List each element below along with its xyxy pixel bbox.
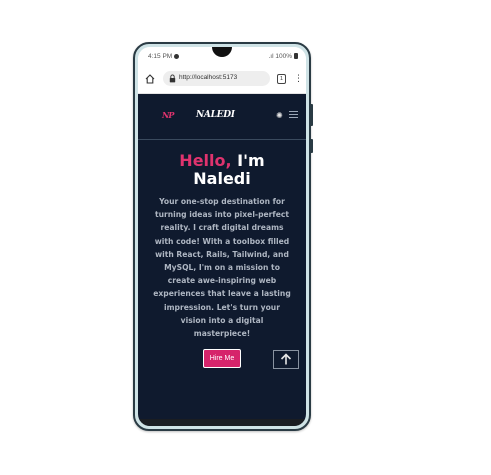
hire-me-button[interactable]: Hire Me [202, 349, 242, 369]
screen: 4:15 PM .ıl 100% http://localhost:5173 1… [0, 0, 491, 475]
site-navbar: NP NALEDI ✺ [138, 94, 306, 140]
scroll-to-top-button[interactable] [273, 350, 299, 369]
hero-title: Hello, I'm Naledi [138, 152, 306, 188]
arrow-up-icon [280, 353, 292, 365]
battery-percent: 100% [275, 53, 292, 60]
battery-icon [294, 53, 298, 59]
url-text: http://localhost:5173 [179, 74, 238, 81]
hero-title-rest: I'm [237, 151, 265, 170]
browser-toolbar: http://localhost:5173 1 ⋮ [138, 65, 306, 94]
tabs-button[interactable]: 1 [277, 74, 286, 84]
signal-icon: .ıl [268, 53, 274, 60]
kebab-menu-icon[interactable]: ⋮ [294, 73, 303, 85]
sun-icon[interactable]: ✺ [276, 112, 284, 120]
hero-greeting: Hello, [179, 151, 232, 170]
phone-frame: 4:15 PM .ıl 100% http://localhost:5173 1… [133, 42, 313, 431]
site-logo[interactable]: NP [162, 110, 174, 120]
phone-screen: 4:15 PM .ıl 100% http://localhost:5173 1… [138, 47, 306, 426]
status-time: 4:15 PM [148, 53, 180, 60]
hero-description: Your one-stop destination for turning id… [153, 197, 291, 339]
hero-section: Hello, I'm Naledi Your one-stop destinat… [138, 152, 306, 369]
hamburger-icon[interactable] [289, 111, 298, 120]
notification-icon [174, 54, 180, 59]
volume-button [310, 104, 313, 126]
web-page: NP NALEDI ✺ Hello, I'm Naledi Your one-s… [138, 94, 306, 426]
status-bar: 4:15 PM .ıl 100% [138, 47, 306, 65]
address-bar[interactable]: http://localhost:5173 [163, 71, 270, 86]
status-right: .ıl 100% [268, 53, 298, 60]
hero-name: Naledi [193, 169, 251, 188]
power-button [310, 139, 313, 153]
camera-notch [212, 47, 232, 57]
system-nav-strip [138, 419, 306, 426]
lock-icon [169, 74, 176, 83]
site-brand[interactable]: NALEDI [196, 110, 235, 120]
home-icon[interactable] [145, 74, 155, 84]
